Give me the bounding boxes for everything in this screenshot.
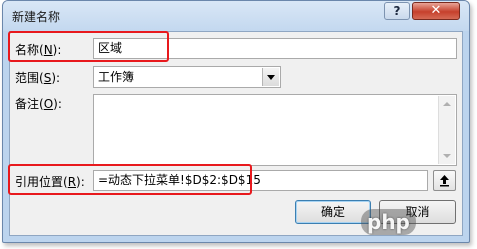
php-watermark: php	[361, 209, 416, 235]
help-button[interactable]: ?	[384, 2, 410, 20]
chevron-down-icon[interactable]	[262, 68, 279, 86]
scroll-up-icon[interactable]	[439, 96, 455, 112]
scope-selected-value: 工作簿	[98, 70, 135, 84]
dialog-body: 名称(N): 区域 范围(S): 工作簿 备注(O): 引用位置(R): =动态…	[9, 31, 463, 236]
scope-label: 范围(S):	[15, 71, 61, 85]
comment-scrollbar[interactable]	[438, 96, 455, 164]
comment-label: 备注(O):	[15, 97, 62, 111]
ok-button[interactable]: 确定	[295, 200, 371, 224]
close-button[interactable]: ✕	[412, 2, 460, 20]
refers-to-input[interactable]: =动态下拉菜单!$D$2:$D$15	[93, 170, 428, 191]
name-input[interactable]: 区域	[93, 38, 457, 59]
collapse-dialog-button[interactable]	[433, 170, 456, 191]
dialog-title: 新建名称	[12, 10, 61, 24]
collapse-arrow-icon	[440, 175, 449, 187]
refers-to-label: 引用位置(R):	[15, 175, 85, 189]
name-label: 名称(N):	[15, 43, 62, 57]
new-name-dialog: 新建名称 ? ✕ 名称(N): 区域 范围(S): 工作簿 备注(O): 引用位…	[2, 0, 470, 243]
title-bar[interactable]: 新建名称 ? ✕	[3, 1, 469, 31]
comment-textarea[interactable]	[93, 94, 457, 166]
scope-dropdown[interactable]: 工作簿	[93, 66, 281, 88]
scroll-down-icon[interactable]	[439, 148, 455, 164]
